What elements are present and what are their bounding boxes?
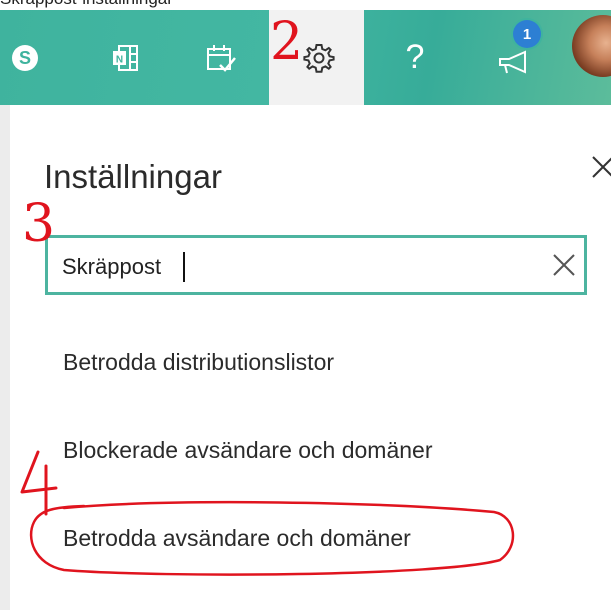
help-icon: ? — [405, 38, 425, 76]
onenote-button[interactable]: N — [100, 10, 150, 105]
skype-button[interactable]: S — [0, 10, 50, 105]
annotation-highlight-ellipse — [29, 500, 515, 576]
clear-icon — [553, 254, 575, 276]
top-caption-strip: Skräppost-inställningar — [0, 0, 611, 10]
text-cursor — [183, 252, 185, 282]
notification-badge: 1 — [513, 20, 541, 48]
top-caption: Skräppost-inställningar — [0, 0, 173, 9]
todo-button[interactable] — [196, 10, 246, 105]
svg-text:N: N — [116, 54, 123, 65]
settings-gear-icon — [303, 43, 335, 73]
panel-left-edge — [0, 105, 10, 610]
close-panel-button[interactable] — [588, 150, 611, 184]
help-button[interactable]: ? — [390, 10, 440, 105]
result-trusted-lists[interactable]: Betrodda distributionslistor — [63, 349, 334, 376]
close-icon — [592, 156, 611, 178]
todo-icon — [207, 44, 236, 72]
settings-search-box — [45, 235, 587, 295]
annotation-step-3: 3 — [22, 194, 56, 254]
skype-icon: S — [12, 44, 38, 71]
result-blocked-senders[interactable]: Blockerade avsändare och domäner — [63, 437, 433, 464]
announcement-icon — [499, 49, 526, 74]
onenote-icon: N — [113, 44, 138, 71]
clear-search-button[interactable] — [548, 249, 580, 281]
svg-text:S: S — [19, 48, 31, 68]
panel-title: Inställningar — [44, 158, 222, 195]
settings-search-input[interactable] — [62, 251, 532, 283]
annotation-step-2: 2 — [270, 12, 304, 72]
